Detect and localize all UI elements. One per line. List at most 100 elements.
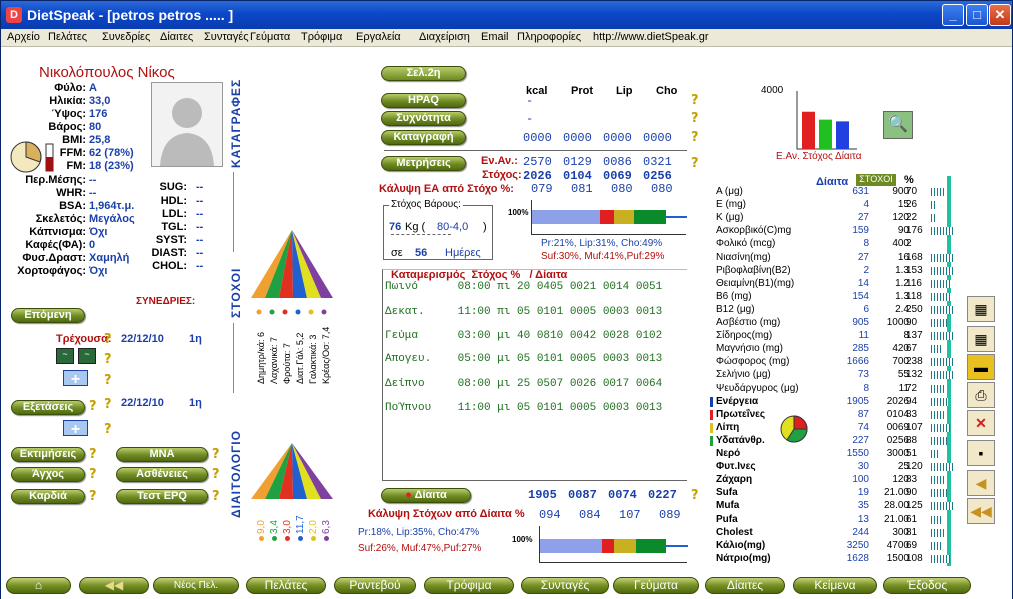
close-button[interactable]: ✕ bbox=[989, 4, 1011, 26]
magnify-icon[interactable]: 🔍 bbox=[883, 111, 913, 139]
menu-item[interactable]: Τρόφιμα bbox=[301, 31, 342, 43]
meal-row[interactable]: ΠοΎπνου 11:00 μι 05 0101 0005 0003 0013 bbox=[385, 402, 662, 414]
help-icon[interactable]: ? bbox=[212, 490, 223, 503]
frequency-button[interactable]: Συχνότητα bbox=[381, 111, 466, 126]
tab-diaitologio[interactable]: ΔΙΑΙΤΟΛΟΓΙΟ bbox=[229, 430, 243, 518]
measurements-button[interactable]: Μετρήσεις bbox=[381, 156, 466, 171]
help-icon[interactable]: ? bbox=[104, 398, 115, 411]
tab-stoxoi[interactable]: ΣΤΟΧΟΙ bbox=[229, 268, 243, 318]
help-icon[interactable]: ? bbox=[89, 448, 100, 461]
meal-row[interactable]: Γεύμα 03:00 μι 40 0810 0042 0028 0102 bbox=[385, 330, 662, 342]
menu-item[interactable]: Εργαλεία bbox=[356, 31, 401, 43]
meal-row[interactable]: Δεκατ. 11:00 πι 05 0101 0005 0003 0013 bbox=[385, 306, 662, 318]
bottom-nav-button[interactable]: Γεύματα bbox=[613, 577, 699, 594]
help-icon[interactable]: ? bbox=[691, 489, 702, 502]
help-icon[interactable]: ? bbox=[89, 400, 100, 413]
patient-field-label: FM: bbox=[66, 160, 86, 172]
bottom-nav-button[interactable]: Έξοδος bbox=[883, 577, 971, 594]
print-icon[interactable]: ⎙ bbox=[967, 382, 995, 408]
menu-item[interactable]: Πληροφορίες bbox=[517, 31, 581, 43]
assessment-button[interactable]: Εκτιμήσεις bbox=[11, 447, 85, 462]
meal-row[interactable]: Πωινό 08:00 πι 20 0405 0021 0014 0051 bbox=[385, 281, 662, 293]
tab-katagrafes[interactable]: ΚΑΤΑΓΡΑΦΕΣ bbox=[229, 79, 243, 168]
bottom-nav-button[interactable]: Δίαιτες bbox=[705, 577, 785, 594]
calendar-icon[interactable]: ▦ bbox=[967, 326, 995, 352]
calendar-icon[interactable]: ▦ bbox=[967, 296, 995, 322]
assessment-button[interactable]: Καρδιά bbox=[11, 489, 85, 504]
menu-item[interactable]: Πελάτες bbox=[48, 31, 87, 43]
menu-item[interactable]: Συνταγές bbox=[204, 31, 249, 43]
record-button[interactable]: Καταγραφή bbox=[381, 130, 466, 145]
back-icon[interactable]: ◀ bbox=[967, 470, 995, 496]
nutrient-bar bbox=[931, 436, 947, 445]
menu-item[interactable]: Αρχείο bbox=[7, 31, 40, 43]
target-kg[interactable]: 76 bbox=[389, 221, 401, 233]
nutrient-diet: 6 bbox=[863, 303, 869, 315]
diet-coverage-value: 107 bbox=[619, 508, 641, 522]
minimize-button[interactable]: _ bbox=[942, 4, 964, 26]
macro-bar-chart-diet bbox=[539, 526, 688, 563]
help-icon[interactable]: ? bbox=[89, 490, 100, 503]
diet-button[interactable]: ● Δίαιτα bbox=[381, 488, 471, 503]
help-icon[interactable]: ? bbox=[691, 94, 702, 107]
hpaq-button[interactable]: HPAQ bbox=[381, 93, 466, 108]
add-session-button[interactable]: + bbox=[63, 370, 88, 388]
menu-item[interactable]: Γεύματα bbox=[250, 31, 290, 43]
target-days[interactable]: 56 bbox=[415, 247, 427, 259]
menu-item[interactable]: Δίαιτες bbox=[160, 31, 193, 43]
help-icon[interactable]: ? bbox=[691, 112, 702, 125]
help-icon[interactable]: ? bbox=[104, 353, 115, 366]
assessment-button[interactable]: Ασθένειες bbox=[116, 467, 208, 482]
help-icon[interactable]: ? bbox=[212, 448, 223, 461]
patient-field-label: Ύψος: bbox=[51, 108, 86, 120]
main-window: D DietSpeak - [petros petros ..... ] _ □… bbox=[0, 0, 1013, 599]
in-label: σε bbox=[391, 247, 403, 259]
menu-item[interactable]: Διαχείριση bbox=[419, 31, 470, 43]
nutrient-row: A (μg) 631 900 70 bbox=[716, 186, 956, 199]
food-pyramid-diet bbox=[251, 443, 333, 499]
help-icon[interactable]: ? bbox=[104, 374, 115, 387]
help-icon[interactable]: ? bbox=[89, 468, 100, 481]
assessment-button[interactable]: Άγχος bbox=[11, 467, 85, 482]
nutrient-row: Σελήνιο (μg) 73 55 132 bbox=[716, 369, 956, 382]
patient-field-label: Κάπνισμα: bbox=[29, 226, 86, 238]
meal-row[interactable]: Απογευ. 05:00 μι 05 0101 0005 0003 0013 bbox=[385, 353, 662, 365]
page-2-button[interactable]: Σελ.2η bbox=[381, 66, 466, 81]
wave-icon[interactable]: ~ bbox=[56, 348, 74, 364]
nutrient-row: Φυτ.Ινες 30 25 120 bbox=[716, 461, 956, 474]
next-session-button[interactable]: Επόμενη bbox=[11, 308, 85, 323]
assessment-button[interactable]: MNA bbox=[116, 447, 208, 462]
back-arrow-icon[interactable]: ◀◀ bbox=[79, 577, 149, 594]
help-icon[interactable]: ? bbox=[212, 468, 223, 481]
bottom-nav-button[interactable]: Συνταγές bbox=[521, 577, 609, 594]
card-icon[interactable]: ▬ bbox=[967, 354, 995, 380]
help-icon[interactable]: ? bbox=[691, 131, 702, 144]
nutrient-target: 2026 bbox=[886, 395, 909, 407]
nutrient-row: Θειαμίνη(B1)(mg) 14 1.2 116 bbox=[716, 278, 956, 291]
app-icon: D bbox=[6, 7, 22, 23]
home-icon[interactable]: ⌂ bbox=[6, 577, 71, 594]
menu-item[interactable]: Email bbox=[481, 31, 509, 43]
bottom-nav-button[interactable]: Ραντεβού bbox=[334, 577, 416, 594]
patient-field-value: 1,964τ.μ. bbox=[89, 200, 135, 212]
bottom-nav-button[interactable]: Τρόφιμα bbox=[424, 577, 514, 594]
help-icon[interactable]: ? bbox=[104, 333, 115, 346]
bottom-nav-button[interactable]: Κείμενα bbox=[793, 577, 877, 594]
menu-item[interactable]: Συνεδρίες bbox=[102, 31, 150, 43]
bottom-nav-button[interactable]: Νέος Πελ. bbox=[153, 577, 239, 594]
add-exam-button[interactable]: + bbox=[63, 420, 88, 438]
wave-icon[interactable]: ~ bbox=[78, 348, 96, 364]
assessment-button[interactable]: Τεστ EPQ bbox=[116, 489, 208, 504]
back-all-icon[interactable]: ◀◀ bbox=[967, 498, 995, 524]
save-icon[interactable]: ▪ bbox=[967, 440, 995, 466]
menu-item[interactable]: http://www.dietSpeak.gr bbox=[593, 31, 709, 43]
help-icon[interactable]: ? bbox=[104, 423, 115, 436]
help-icon[interactable]: ? bbox=[691, 157, 702, 170]
delete-icon[interactable]: ✕ bbox=[967, 410, 995, 436]
exams-button[interactable]: Εξετάσεις bbox=[11, 400, 85, 415]
maximize-button[interactable]: □ bbox=[966, 4, 988, 26]
meal-row[interactable]: Δείπνο 08:00 μι 25 0507 0026 0017 0064 bbox=[385, 378, 662, 390]
nutrient-bar bbox=[931, 450, 940, 458]
bottom-nav-button[interactable]: Πελάτες bbox=[246, 577, 326, 594]
nutrient-diet: 87 bbox=[857, 408, 869, 420]
